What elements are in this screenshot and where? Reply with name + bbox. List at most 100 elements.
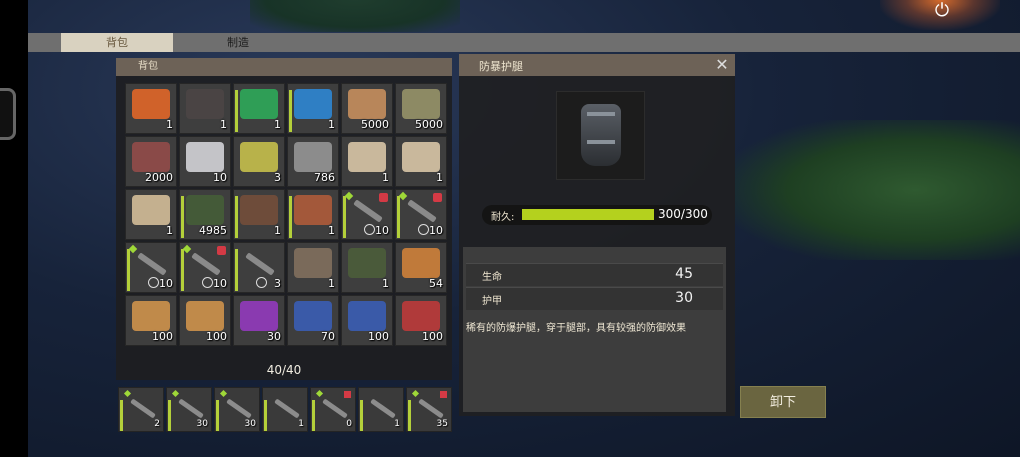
- hotbar-slot[interactable]: 35: [406, 387, 452, 432]
- durability-marker: [312, 400, 315, 431]
- tab-backpack[interactable]: 背包: [61, 33, 173, 52]
- inventory-slot[interactable]: 70: [287, 295, 339, 346]
- hotbar: 2 30 30 1 0 1 35: [118, 387, 454, 432]
- inventory-slot[interactable]: 54: [395, 242, 447, 293]
- item-count: 54: [429, 277, 443, 290]
- ammo-red-icon: [402, 301, 440, 331]
- durability-marker: [120, 400, 123, 431]
- inventory-slot[interactable]: 5000: [395, 83, 447, 134]
- hotbar-slot[interactable]: 1: [358, 387, 404, 432]
- ammo-ring-icon: [418, 224, 429, 235]
- hotbar-slot[interactable]: 0: [310, 387, 356, 432]
- inventory-slot[interactable]: 1: [341, 136, 393, 187]
- durability-bar: [522, 209, 654, 220]
- item-count: 100: [206, 330, 227, 343]
- stat-row-armor: 护甲 30: [466, 287, 723, 310]
- ammo-icon: [402, 248, 440, 278]
- kit-icon: [132, 89, 170, 119]
- inventory-slot[interactable]: 1: [125, 83, 177, 134]
- item-count: 10: [375, 224, 389, 237]
- hotbar-slot[interactable]: 1: [262, 387, 308, 432]
- inventory-slot[interactable]: 1: [233, 189, 285, 240]
- inventory-slot[interactable]: 10: [395, 189, 447, 240]
- item-count: 10: [429, 224, 443, 237]
- inventory-slot[interactable]: 1: [287, 189, 339, 240]
- inventory-slot[interactable]: 2000: [125, 136, 177, 187]
- item-count: 1: [166, 224, 173, 237]
- blueprint-icon: [132, 195, 170, 225]
- inventory-slot[interactable]: 1: [341, 242, 393, 293]
- backpack-icon: [186, 89, 224, 119]
- item-count: 1: [274, 224, 281, 237]
- item-count: 3: [274, 171, 281, 184]
- durability-marker: [168, 400, 171, 431]
- inventory-slot[interactable]: 10: [179, 136, 231, 187]
- inventory-slot[interactable]: 30: [233, 295, 285, 346]
- inventory-slot[interactable]: 3: [233, 136, 285, 187]
- mod-badge-icon: [433, 193, 442, 202]
- weapon-icon: [322, 398, 348, 419]
- inventory-slot[interactable]: 100: [125, 295, 177, 346]
- inventory-slot[interactable]: 786: [287, 136, 339, 187]
- item-count: 1: [328, 277, 335, 290]
- durability-value: 300/300: [658, 207, 708, 221]
- durability-row: 耐久: 300/300: [482, 205, 712, 225]
- inventory-slot[interactable]: 5000: [341, 83, 393, 134]
- power-icon[interactable]: ⏻: [930, 0, 954, 22]
- inventory-slot[interactable]: 10: [125, 242, 177, 293]
- durability-marker: [235, 249, 238, 291]
- item-count: 1: [328, 224, 335, 237]
- item-count: 30: [196, 419, 208, 429]
- backpack-panel: 背包 1 1 1 1 5000 5000 2000 10 3 786 1 1 1 4985 1 1 10 10 10…: [116, 58, 452, 380]
- blue-book-icon: [294, 89, 332, 119]
- close-icon[interactable]: ✕: [713, 56, 731, 74]
- stat-name: 生命: [482, 272, 502, 283]
- inventory-slot[interactable]: 1: [395, 136, 447, 187]
- side-handle[interactable]: [0, 88, 16, 140]
- ammo-ring-icon: [202, 277, 213, 288]
- item-count: 35: [436, 419, 448, 429]
- hotbar-slot[interactable]: 30: [166, 387, 212, 432]
- item-count: 2000: [145, 171, 173, 184]
- durability-marker: [127, 249, 130, 291]
- durability-marker: [181, 196, 184, 238]
- grenade-icon: [186, 195, 224, 225]
- tab-crafting[interactable]: 制造: [208, 33, 268, 52]
- upgrade-diamond-icon: [219, 389, 228, 398]
- item-count: 5000: [361, 118, 389, 131]
- inventory-slot[interactable]: 10: [179, 242, 231, 293]
- item-count: 10: [213, 171, 227, 184]
- item-count: 1: [382, 171, 389, 184]
- gold-ingots-icon: [240, 142, 278, 172]
- inventory-slot[interactable]: 1: [287, 242, 339, 293]
- inventory-slot[interactable]: 4985: [179, 189, 231, 240]
- inventory-slot[interactable]: 100: [179, 295, 231, 346]
- item-count: 1: [394, 419, 400, 429]
- inventory-slot[interactable]: 100: [395, 295, 447, 346]
- item-count: 5000: [415, 118, 443, 131]
- durability-marker: [397, 196, 400, 238]
- frag-grenade-icon: [348, 248, 386, 278]
- detail-header: 防暴护腿 ✕: [459, 54, 735, 76]
- durability-marker: [408, 400, 411, 431]
- inventory-slot[interactable]: 3: [233, 242, 285, 293]
- stone-icon: [402, 89, 440, 119]
- ammo-blue-icon: [294, 301, 332, 331]
- inventory-slot[interactable]: 1: [233, 83, 285, 134]
- weapon-icon: [370, 398, 396, 419]
- inventory-slot[interactable]: 1: [287, 83, 339, 134]
- blueprint-icon: [402, 142, 440, 172]
- hotbar-slot[interactable]: 2: [118, 387, 164, 432]
- inventory-grid: 1 1 1 1 5000 5000 2000 10 3 786 1 1 1 4985 1 1 10 10 10 10 3…: [125, 83, 453, 346]
- inventory-slot[interactable]: 10: [341, 189, 393, 240]
- item-count: 0: [346, 419, 352, 429]
- inventory-slot[interactable]: 100: [341, 295, 393, 346]
- inventory-slot[interactable]: 1: [179, 83, 231, 134]
- durability-marker: [235, 90, 238, 132]
- inventory-slot[interactable]: 1: [125, 189, 177, 240]
- tab-bar: 背包 制造: [28, 33, 1020, 52]
- durability-label: 耐久:: [491, 212, 515, 223]
- ammo-blue-icon: [348, 301, 386, 331]
- unequip-button[interactable]: 卸下: [740, 386, 826, 418]
- hotbar-slot[interactable]: 30: [214, 387, 260, 432]
